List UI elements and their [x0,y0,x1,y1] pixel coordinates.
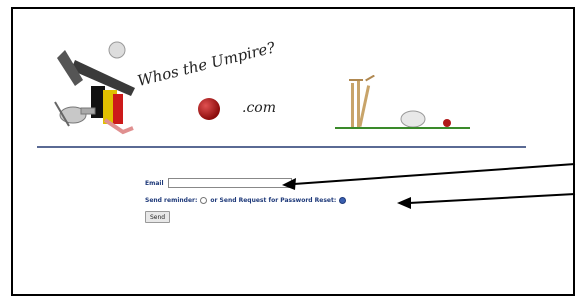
stumps-illustration-icon [335,75,470,129]
umpire-logo-icon [54,41,135,135]
send-button[interactable]: Send [145,211,171,223]
email-label: Email [145,179,164,187]
send-row: Send [145,211,349,223]
send-reminder-radio[interactable] [200,196,208,204]
annotation-arrow-reset-icon [397,193,576,209]
site-tld: .com [242,100,276,116]
cricket-ball-icon [198,98,220,120]
send-reminder-label: Send reminder: [145,196,198,204]
header-divider [37,146,526,148]
email-input[interactable] [167,178,292,188]
